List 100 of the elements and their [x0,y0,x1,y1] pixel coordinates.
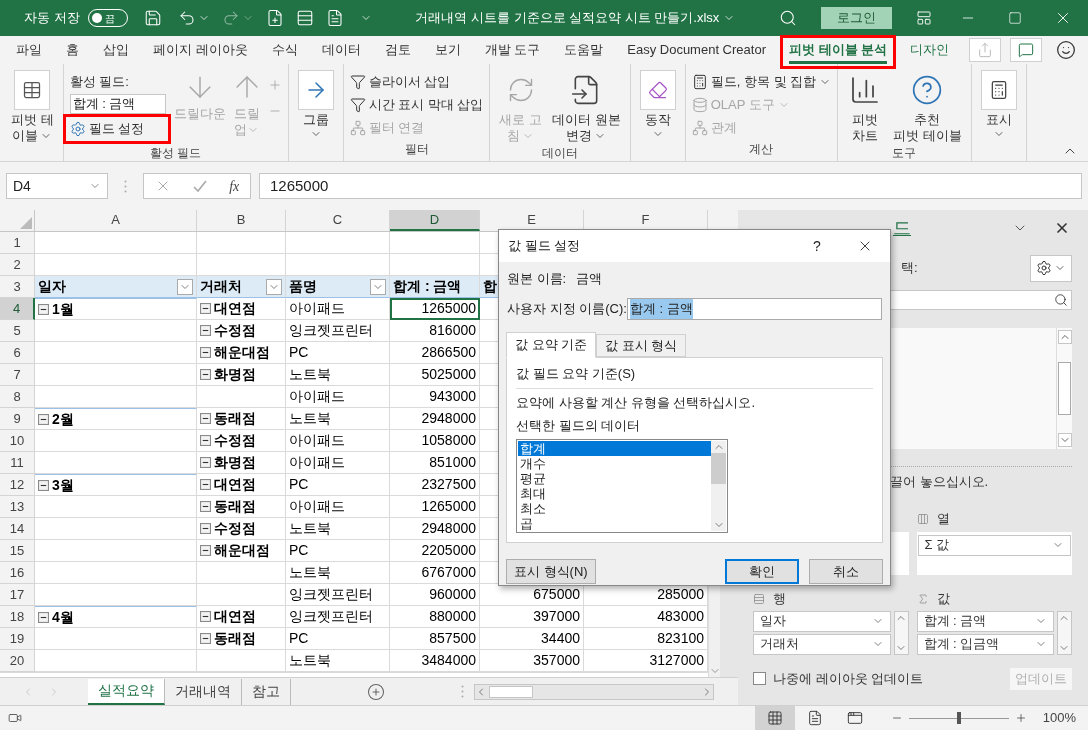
collapse-icon[interactable] [200,611,211,622]
table-cell[interactable] [35,584,197,606]
cancel-button[interactable]: 취소 [809,559,883,584]
column-header[interactable]: A [35,210,197,231]
undo-icon[interactable] [177,9,196,27]
table-cell[interactable] [35,342,197,364]
ribbon-tab[interactable]: 개발 도구 [472,36,553,64]
select-all-icon[interactable] [20,217,32,229]
table-cell[interactable]: 해운대점 [197,540,286,562]
list-item[interactable]: 최소 [518,501,711,516]
pivot-chart-button[interactable]: 피벗 차트 [844,70,887,144]
filter-dropdown[interactable] [266,278,282,295]
row-header[interactable]: 19 [0,628,35,650]
new-file-icon[interactable] [265,9,284,27]
number-format-button[interactable]: 표시 형식(N) [506,559,596,584]
table-cell[interactable]: 1월 [35,298,197,320]
row-header[interactable]: 13 [0,496,35,518]
table-cell[interactable]: 1265000 [390,496,480,518]
table-cell[interactable]: PC [286,628,390,650]
table-cell[interactable]: 3월 [35,474,197,496]
row-header[interactable]: 4 [0,298,35,320]
table-cell[interactable]: 동래점 [197,628,286,650]
ribbon-tab[interactable]: 파일 [4,36,54,64]
slider-thumb[interactable] [956,712,961,724]
table-cell[interactable] [197,562,286,584]
function-list[interactable]: 합계 개수 평균 최대 최소 곱 [516,439,728,533]
table-cell[interactable]: 816000 [390,320,480,342]
scroll-thumb[interactable] [711,453,726,484]
area-field-item[interactable]: 거래처 [753,633,891,655]
table-cell[interactable] [35,430,197,452]
login-button[interactable]: 로그인 [821,7,892,29]
collapse-icon[interactable] [200,303,211,314]
table-cell[interactable] [197,386,286,408]
sheet-tab[interactable]: 참고 [242,678,291,705]
row-header[interactable]: 20 [0,650,35,672]
insert-function-button[interactable]: fx [229,175,240,197]
table-cell[interactable]: 6767000 [390,562,480,584]
ribbon-tab[interactable]: 페이지 레이아웃 [141,36,260,64]
scroll-thumb[interactable] [1058,362,1071,415]
table-cell[interactable]: 2948000 [390,408,480,430]
table-cell[interactable]: 34400 [480,628,584,650]
view-button[interactable] [754,706,795,730]
list-item[interactable]: 평균 [518,471,711,486]
table-cell[interactable] [35,232,197,254]
table-cell[interactable] [35,364,197,386]
row-header[interactable]: 10 [0,430,35,452]
ok-button[interactable]: 확인 [725,559,799,584]
table-cell[interactable]: 대연점 [197,606,286,628]
table-cell[interactable]: 대연점 [197,474,286,496]
recommended-pivot-button[interactable]: 추천 피벗 테이블 [890,70,965,144]
table-cell[interactable] [35,496,197,518]
add-sheet-icon[interactable] [367,682,385,701]
row-header[interactable]: 14 [0,518,35,540]
formula-input[interactable]: 1265000 [259,173,1082,199]
table-cell[interactable]: 노트북 [286,518,390,540]
row-header[interactable]: 1 [0,232,35,254]
table-cell[interactable]: 수정점 [197,430,286,452]
dialog-tab[interactable]: 값 표시 형식 [596,334,687,357]
field-settings-button[interactable]: 필드 설정 [62,114,171,144]
list-item[interactable]: 개수 [518,456,711,471]
area-field-item[interactable]: 일자 [753,610,891,632]
defer-update-checkbox[interactable] [753,672,766,685]
ribbon-tab[interactable]: 보기 [422,36,473,64]
table-cell[interactable]: 잉크젯프린터 [286,606,390,628]
scroll-down-button[interactable] [1057,433,1072,447]
custom-name-input[interactable]: 합계 : 금액 [627,298,882,320]
form-icon[interactable] [295,9,314,27]
row-header[interactable]: 17 [0,584,35,606]
ribbon-tab[interactable]: 검토 [372,36,423,64]
area-field-item[interactable]: Σ 값 [917,534,1071,556]
column-header[interactable]: D [390,210,480,231]
help-button[interactable]: ? [807,235,827,257]
ribbon-tab[interactable]: 도움말 [552,36,616,64]
sheet-tab[interactable]: 거래내역 [165,678,242,705]
table-cell[interactable]: 아이패드 [286,298,390,320]
ribbon-button[interactable]: 필드, 항목 및 집합 [691,70,832,93]
active-cell[interactable]: 1265000 [390,298,480,320]
maximize-icon[interactable] [1008,11,1022,25]
area-field-item[interactable]: 합계 : 입금액 [916,633,1054,655]
table-cell[interactable] [390,232,480,254]
table-cell[interactable]: 2월 [35,408,197,430]
collapse-icon[interactable] [200,457,211,468]
table-cell[interactable]: 2866500 [390,342,480,364]
table-cell[interactable]: 화명점 [197,452,286,474]
row-header[interactable]: 6 [0,342,35,364]
table-cell[interactable] [197,232,286,254]
ribbon-display-icon[interactable] [916,10,932,26]
collapse-icon[interactable] [38,413,49,425]
show-button[interactable]: 표시 [977,70,1020,140]
table-cell[interactable]: 397000 [480,606,584,628]
zoom-slider[interactable] [908,712,1009,724]
table-cell[interactable]: 노트북 [286,408,390,430]
ribbon-tab[interactable]: 홈 [54,36,91,64]
table-cell[interactable]: 화명점 [197,364,286,386]
table-cell[interactable]: 5025000 [390,364,480,386]
table-cell[interactable]: 880000 [390,606,480,628]
table-cell[interactable]: PC [286,342,390,364]
row-header[interactable]: 2 [0,254,35,276]
table-cell[interactable]: 잉크젯프린터 [286,320,390,342]
table-cell[interactable]: 잉크젯프린터 [286,584,390,606]
